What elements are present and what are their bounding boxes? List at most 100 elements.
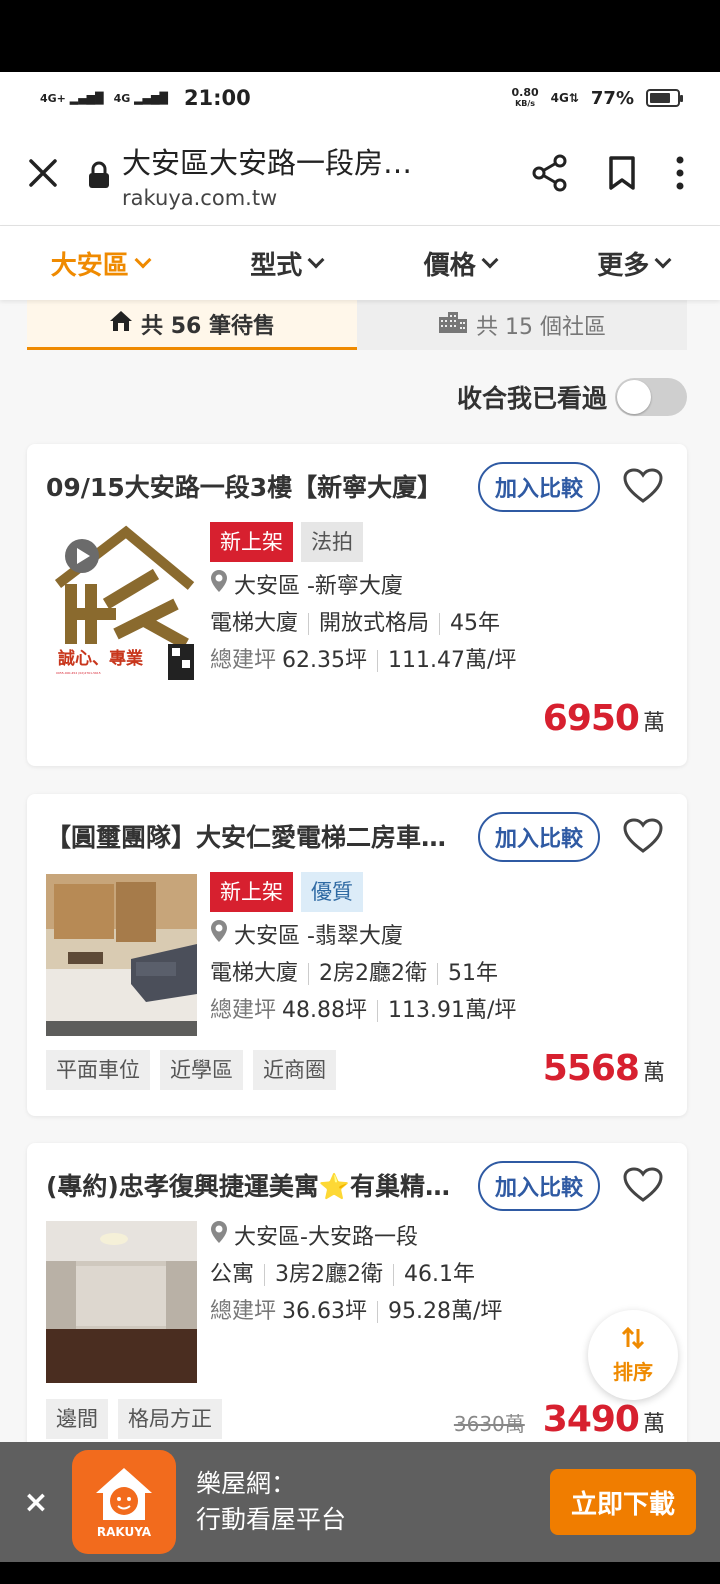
listing-info: 新上架 法拍 大安區 -新寧大廈 電梯大廈 開放式格局 45年 總建坪 62.3… <box>210 522 673 679</box>
rakuya-app-icon: RAKUYA <box>72 1450 176 1554</box>
spec-layout: 開放式格局 <box>319 611 430 636</box>
location-text: 大安區 -翡翠大廈 <box>234 924 403 949</box>
bookmark-icon[interactable] <box>608 155 636 195</box>
listing-location: 大安區 -新寧大廈 <box>210 568 673 605</box>
app-icon-label: RAKUYA <box>96 1525 152 1539</box>
listing-location: 大安區-大安路一段 <box>210 1219 673 1256</box>
listing-card[interactable]: 【圓璽團隊】大安仁愛電梯二房車… 加入比較 新上架 優質 大安區 -翡翠大廈 電… <box>27 794 687 1116</box>
location-text: 大安區-大安路一段 <box>234 1225 418 1250</box>
area-value: 36.63坪 <box>282 1299 367 1324</box>
price-value: 3490 <box>542 1399 640 1440</box>
listing-price: 6950 萬 <box>543 698 665 739</box>
filter-type[interactable]: 型式 <box>250 245 325 282</box>
signal-2-label: 4G <box>113 91 131 105</box>
url-block[interactable]: 大安區大安路一段房… rakuya.com.tw <box>122 140 532 210</box>
tag: 近商圈 <box>253 1050 336 1090</box>
sort-button[interactable]: 排序 <box>588 1310 678 1400</box>
more-icon[interactable] <box>676 156 684 194</box>
original-price: 3630萬 <box>453 1412 525 1436</box>
network-type: 4G⇅ <box>550 91 579 105</box>
battery-percent: 77% <box>590 87 634 109</box>
filter-district-label: 大安區 <box>50 250 129 281</box>
listing-area: 總建坪 62.35坪 111.47萬/坪 <box>210 642 673 679</box>
tab-communities-label: 共 15 個社區 <box>476 315 606 340</box>
badge-new: 新上架 <box>210 522 293 562</box>
heart-icon[interactable] <box>623 818 663 854</box>
spec-type: 電梯大廈 <box>210 611 299 636</box>
heart-icon[interactable] <box>623 1167 663 1203</box>
unit-price: 95.28萬/坪 <box>388 1299 503 1324</box>
listing-card[interactable]: (專約)忠孝復興捷運美寓⭐有巢精… 加入比較 大安區-大安路一段 公寓 3房2廳… <box>27 1143 687 1463</box>
location-pin-icon <box>210 568 228 605</box>
tab-for-sale[interactable]: 共 56 筆待售 <box>27 300 357 350</box>
listing-area: 總建坪 48.88坪 113.91萬/坪 <box>210 992 673 1029</box>
spec-layout: 2房2廳2衛 <box>319 961 428 986</box>
filter-price-label: 價格 <box>423 250 476 281</box>
compare-button[interactable]: 加入比較 <box>478 812 600 862</box>
badge-auction: 法拍 <box>301 522 363 562</box>
network-label: 4G <box>550 91 569 105</box>
battery-icon <box>646 89 683 107</box>
chevron-down-icon <box>134 251 152 269</box>
listing-thumbnail[interactable]: 0955-000-452 (02)2761-5615 誠心、專業 <box>46 524 197 686</box>
toggle-knob <box>617 380 651 414</box>
system-nav-bar <box>0 1562 720 1584</box>
filter-more[interactable]: 更多 <box>597 245 672 282</box>
sort-arrows-icon <box>620 1325 646 1356</box>
compare-button[interactable]: 加入比較 <box>478 462 600 512</box>
listing-price: 3630萬 3490 萬 <box>454 1399 665 1440</box>
listing-card[interactable]: 09/15大安路一段3樓【新寧大廈】 加入比較 0955-000-452 (02… <box>27 444 687 766</box>
tab-communities[interactable]: 共 15 個社區 <box>357 300 687 350</box>
heart-icon[interactable] <box>623 468 663 504</box>
area-value: 48.88坪 <box>282 998 367 1023</box>
speed-unit: KB/s <box>515 99 536 108</box>
listing-title[interactable]: (專約)忠孝復興捷運美寓⭐有巢精… <box>46 1167 474 1203</box>
page-title: 大安區大安路一段房… <box>122 145 413 180</box>
listing-location: 大安區 -翡翠大廈 <box>210 918 673 955</box>
page-domain: rakuya.com.tw <box>122 185 278 210</box>
spec-age: 46.1年 <box>404 1262 476 1287</box>
tag: 邊間 <box>46 1399 108 1439</box>
speed-value: 0.80 <box>511 86 539 99</box>
spec-type: 電梯大廈 <box>210 961 299 986</box>
listing-thumbnail[interactable] <box>46 874 197 1036</box>
area-label: 總建坪 <box>210 998 277 1023</box>
price-unit: 萬 <box>642 1061 665 1086</box>
share-icon[interactable] <box>532 154 568 196</box>
close-icon[interactable] <box>0 152 86 198</box>
network-speed: 0.80 KB/s <box>512 87 539 109</box>
close-banner-icon[interactable]: × <box>0 1485 72 1520</box>
chevron-down-icon <box>307 251 325 269</box>
viewed-toggle-label: 收合我已看過 <box>456 384 607 413</box>
price-value: 5568 <box>542 1048 640 1089</box>
tag: 近學區 <box>160 1050 243 1090</box>
top-black-bar <box>0 0 720 72</box>
listing-thumbnail[interactable] <box>46 1221 197 1383</box>
filter-price[interactable]: 價格 <box>423 245 499 282</box>
compare-button[interactable]: 加入比較 <box>478 1161 600 1211</box>
spec-type: 公寓 <box>210 1262 255 1287</box>
signal-icon: 4G+ ▂▄▆█ <box>40 91 104 105</box>
price-unit: 萬 <box>642 711 665 736</box>
spec-age: 51年 <box>448 961 499 986</box>
filter-district[interactable]: 大安區 <box>50 245 152 282</box>
filter-type-label: 型式 <box>250 250 303 281</box>
result-tabs: 共 56 筆待售 共 15 個社區 <box>27 300 687 350</box>
listing-price: 5568 萬 <box>543 1048 665 1089</box>
price-unit: 萬 <box>642 1412 665 1437</box>
listing-specs: 電梯大廈 2房2廳2衛 51年 <box>210 955 673 992</box>
unit-price: 113.91萬/坪 <box>388 998 517 1023</box>
price-value: 6950 <box>542 698 640 739</box>
viewed-toggle-switch[interactable] <box>615 378 687 416</box>
house-icon <box>109 310 133 338</box>
download-button[interactable]: 立即下載 <box>550 1469 696 1535</box>
listing-title[interactable]: 【圓璽團隊】大安仁愛電梯二房車… <box>46 818 474 854</box>
location-pin-icon <box>210 1219 228 1256</box>
browser-toolbar: 大安區大安路一段房… rakuya.com.tw <box>0 124 720 226</box>
listing-title[interactable]: 09/15大安路一段3樓【新寧大廈】 <box>46 468 474 504</box>
area-label: 總建坪 <box>210 1299 277 1324</box>
spec-age: 45年 <box>450 611 501 636</box>
location-pin-icon <box>210 918 228 955</box>
listing-tags: 平面車位 近學區 近商圈 <box>46 1050 336 1090</box>
badge-quality: 優質 <box>301 872 363 912</box>
